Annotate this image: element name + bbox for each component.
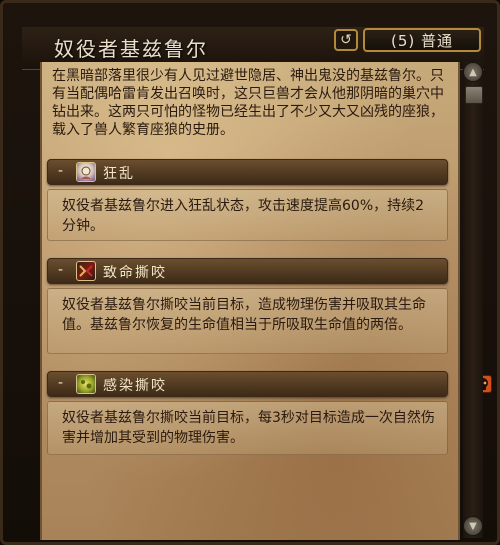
scroll-up-button[interactable]: ▲: [463, 62, 483, 82]
page-title: 奴役者基兹鲁尔: [54, 37, 208, 61]
collapse-toggle[interactable]: -: [58, 375, 63, 391]
infected-bite-icon-graphic: [81, 380, 92, 389]
back-icon: ↺: [340, 32, 352, 48]
ability-text: 奴役者基兹鲁尔撕咬当前目标，每3秒对目标造成一次自然伤害并增加其受到的物理伤害。: [62, 410, 435, 446]
difficulty-button[interactable]: (5) 普通: [363, 28, 481, 52]
mortal-bite-icon-graphic: [79, 265, 93, 277]
ability-header-mortal-bite[interactable]: - 致命撕咬: [47, 258, 448, 284]
scrollbar-thumb[interactable]: [465, 86, 483, 104]
ability-text: 奴役者基兹鲁尔撕咬当前目标，造成物理伤害并吸取其生命值。基兹鲁尔恢复的生命值相当…: [62, 297, 426, 333]
collapse-toggle[interactable]: -: [58, 262, 63, 278]
ability-label: 狂乱: [103, 166, 135, 182]
chevron-up-icon: ▲: [469, 66, 477, 78]
infected-bite-icon: [76, 374, 96, 394]
mortal-bite-icon: [76, 261, 96, 281]
ability-body-infected-bite: 奴役者基兹鲁尔撕咬当前目标，每3秒对目标造成一次自然伤害并增加其受到的物理伤害。: [47, 401, 448, 455]
back-button[interactable]: ↺: [334, 29, 358, 51]
ability-header-frenzy[interactable]: - 狂乱: [47, 159, 448, 185]
ability-text: 奴役者基兹鲁尔进入狂乱状态，攻击速度提高60%，持续2分钟。: [62, 198, 425, 234]
chevron-down-icon: ▼: [469, 520, 477, 532]
boss-description: 在黑暗部落里很少有人见过避世隐居、神出鬼没的基兹鲁尔。只有当配偶哈雷肯发出召唤时…: [52, 68, 444, 138]
ability-body-frenzy: 奴役者基兹鲁尔进入狂乱状态，攻击速度提高60%，持续2分钟。: [47, 189, 448, 241]
frenzy-icon: [76, 162, 96, 182]
scrollbar-track[interactable]: [463, 62, 483, 538]
ability-body-mortal-bite: 奴役者基兹鲁尔撕咬当前目标，造成物理伤害并吸取其生命值。基兹鲁尔恢复的生命值相当…: [47, 288, 448, 354]
difficulty-label: (5) 普通: [390, 31, 454, 50]
ability-label: 致命撕咬: [103, 265, 167, 281]
scroll-down-button[interactable]: ▼: [463, 516, 483, 536]
frenzy-icon-graphic: [81, 166, 91, 179]
ability-header-infected-bite[interactable]: - 感染撕咬: [47, 371, 492, 397]
collapse-toggle[interactable]: -: [58, 163, 63, 179]
ability-label: 感染撕咬: [103, 378, 167, 394]
